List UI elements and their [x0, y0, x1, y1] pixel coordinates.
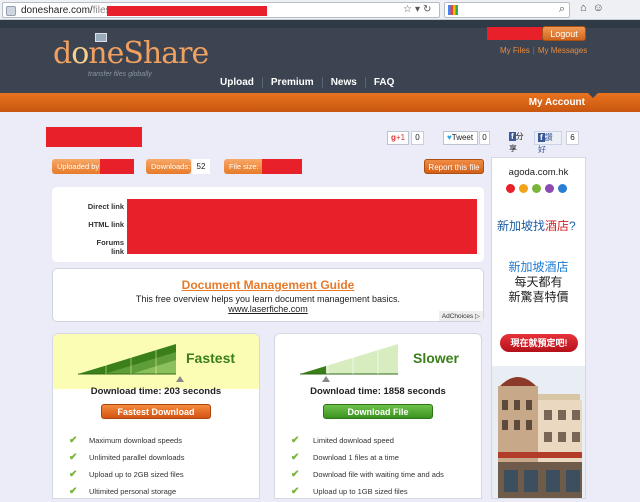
brand-dot	[506, 184, 515, 193]
my-account-link[interactable]: My Account	[529, 97, 585, 108]
fastest-download-button[interactable]: Fastest Download	[101, 404, 211, 419]
redacted-file-title	[46, 127, 142, 147]
check-icon: ✔	[291, 435, 300, 446]
my-messages-link[interactable]: My Messages	[538, 46, 587, 55]
main-nav: Upload Premium News FAQ	[212, 77, 402, 88]
uploaded-by-tag: Uploaded by:	[52, 159, 102, 174]
ad-line-3: 新驚喜特價	[508, 290, 569, 304]
ad-line-2: 每天都有	[514, 275, 563, 289]
download-file-button[interactable]: Download File	[323, 404, 433, 419]
nav-news[interactable]: News	[321, 77, 365, 88]
forums-link-label: Forums link	[96, 238, 124, 256]
check-icon: ✔	[291, 486, 300, 497]
book-now-button[interactable]: 現在就預定吧!	[500, 334, 578, 352]
gplus-button[interactable]: g+1	[387, 131, 409, 145]
brand-dot	[532, 184, 541, 193]
account-bar: My Account	[0, 93, 640, 112]
free-features-list: ✔ Limited download speed ✔ Download 1 file…	[291, 435, 444, 498]
adchoices-icon: ▷	[475, 313, 480, 320]
side-banner-ad[interactable]: agoda.com.hk 新加坡找酒店? 新加坡酒店 每天都有 新驚喜特價 現在…	[491, 157, 586, 499]
list-item: ✔ Maximum download speeds	[69, 435, 182, 446]
downloads-value: 52	[192, 159, 210, 174]
list-item: ✔ Limited download speed	[291, 435, 394, 446]
check-icon: ✔	[291, 469, 300, 480]
facebook-like-icon: f	[538, 133, 545, 142]
dropdown-icon[interactable]: ▾	[415, 4, 423, 15]
url-text: doneshare.com/files	[21, 5, 111, 16]
fb-count: 6	[566, 131, 579, 145]
ad-url-link[interactable]: www.laserfiche.com	[53, 304, 483, 314]
redacted-link-fields[interactable]	[127, 199, 477, 254]
ad-brand: agoda.com.hk	[508, 167, 569, 178]
my-files-link[interactable]: My Files	[500, 46, 530, 55]
report-file-button[interactable]: Report this file	[424, 159, 484, 174]
google-icon	[448, 5, 458, 15]
site-tagline: transfer files globally	[88, 71, 152, 78]
nav-upload[interactable]: Upload	[212, 77, 262, 88]
facebook-icon: f	[509, 132, 516, 141]
ad-body: This free overview helps you learn docum…	[135, 294, 401, 304]
list-item: ✔ Download 1 files at a time	[291, 452, 399, 463]
check-icon: ✔	[69, 486, 78, 497]
browser-toolbar: doneshare.com/files ☆▾↻ ⌕ ⌂☺	[0, 0, 640, 20]
redacted-file-size	[262, 159, 302, 174]
list-item: ✔ Upload up to 2GB sized files	[69, 469, 184, 480]
brand-dot	[558, 184, 567, 193]
tweet-button[interactable]: ♥Tweet	[443, 131, 478, 145]
file-size-tag: File size:	[224, 159, 264, 174]
user-links: My Files | My Messages	[500, 46, 588, 55]
user-icon[interactable]: ☺	[593, 2, 610, 14]
slower-label: Slower	[413, 350, 459, 366]
gplus-count: 0	[411, 131, 424, 145]
address-bar[interactable]: doneshare.com/files ☆▾↻	[2, 2, 440, 18]
ad-question: 新加坡找酒店?	[497, 219, 576, 233]
html-link-label: HTML link	[88, 220, 124, 229]
redacted-uploader	[100, 159, 134, 174]
nav-premium[interactable]: Premium	[261, 77, 322, 88]
fb-like-button[interactable]: f 讚好	[534, 131, 562, 154]
links-panel: Direct link HTML link Forums link	[52, 187, 484, 262]
list-item: ✔ Download file with waiting time and ads	[291, 469, 444, 480]
slow-speed-graph	[300, 344, 398, 382]
premium-features-list: ✔ Maximum download speeds ✔ Unlimited para…	[69, 435, 185, 498]
fastest-label: Fastest	[186, 350, 236, 366]
ad-title-link[interactable]: Document Management Guide	[53, 278, 483, 292]
redacted-url-path	[107, 6, 267, 16]
list-item: ✔ Ultimited personal storage	[69, 486, 177, 497]
check-icon: ✔	[69, 452, 78, 463]
logout-button[interactable]: Logout	[542, 26, 586, 41]
check-icon: ✔	[69, 435, 78, 446]
site-logo[interactable]: doneShare	[53, 36, 209, 71]
fast-download-time: Download time: 203 seconds	[90, 386, 222, 397]
slow-download-time: Download time: 1858 seconds	[310, 386, 446, 397]
list-item: ✔ Upload up to 1GB sized files	[291, 486, 408, 497]
search-icon[interactable]: ⌕	[559, 3, 565, 16]
direct-link-label: Direct link	[87, 202, 124, 211]
fb-share-button[interactable]: f 分享	[506, 131, 532, 153]
site-favicon-icon	[6, 6, 16, 16]
text-ad[interactable]: Document Management Guide This free over…	[52, 268, 484, 322]
list-item: ✔ Unlimited parallel downloads	[69, 452, 185, 463]
fast-download-box: Fastest Download time: 203 seconds Faste…	[52, 333, 260, 499]
check-icon: ✔	[291, 452, 300, 463]
star-icon[interactable]: ☆	[403, 4, 415, 15]
search-input[interactable]: ⌕	[444, 2, 570, 18]
brand-dots	[506, 184, 567, 193]
site-header: doneShare transfer files globally Logout…	[0, 20, 640, 93]
brand-dot	[519, 184, 528, 193]
adchoices-badge[interactable]: AdChoices ▷	[438, 311, 483, 321]
slow-download-box: Slower Download time: 1858 seconds Downl…	[274, 333, 482, 499]
fast-speed-graph	[78, 344, 184, 382]
tweet-count: 0	[479, 131, 490, 145]
nav-faq[interactable]: FAQ	[364, 77, 403, 88]
reload-icon[interactable]: ↻	[423, 4, 434, 15]
check-icon: ✔	[69, 469, 78, 480]
brand-dot	[545, 184, 554, 193]
downloads-tag: Downloads:	[146, 159, 191, 174]
home-icon[interactable]: ⌂	[580, 2, 593, 14]
ad-headline: 新加坡酒店	[508, 260, 569, 274]
hotel-building-image	[492, 366, 585, 498]
redacted-username	[487, 27, 542, 40]
